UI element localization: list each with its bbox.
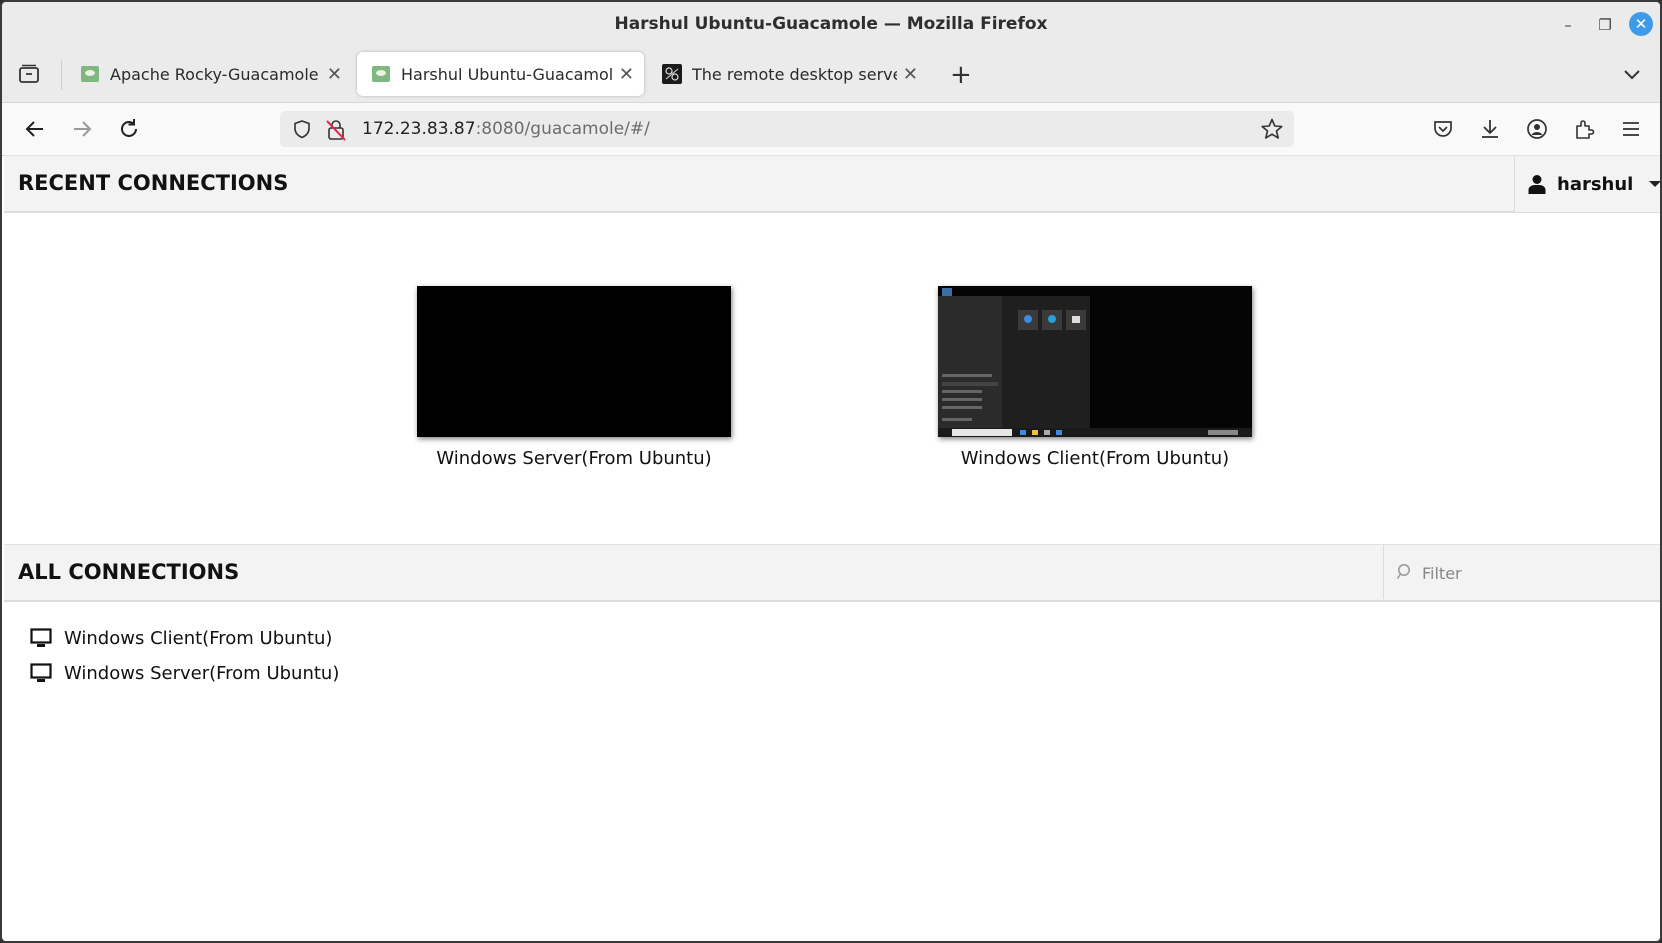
tab-label: Apache Rocky-Guacamole: [110, 64, 319, 84]
bookmark-star-icon[interactable]: [1260, 117, 1284, 141]
close-window-button[interactable]: ✕: [1629, 12, 1653, 36]
tab-harshul-ubuntu-guacamole[interactable]: Harshul Ubuntu-Guacamole ✕: [357, 52, 644, 96]
tab-apache-rocky-guacamole[interactable]: Apache Rocky-Guacamole ✕: [66, 52, 352, 96]
app-menu-button[interactable]: [1618, 116, 1644, 142]
tab-divider: [61, 60, 62, 90]
tab-list-icon[interactable]: [18, 64, 40, 84]
guacamole-favicon-icon: [372, 66, 390, 82]
tab-label: Harshul Ubuntu-Guacamole: [401, 64, 613, 84]
forward-button[interactable]: [69, 116, 95, 142]
monitor-icon: [30, 628, 52, 647]
recent-connection-thumbnail-windows-server[interactable]: [417, 286, 731, 437]
pocket-icon: [1434, 121, 1452, 137]
filter-box: [1383, 545, 1660, 599]
account-button[interactable]: [1524, 116, 1550, 142]
username: harshul: [1557, 173, 1634, 195]
download-icon: [1482, 120, 1498, 138]
puzzle-piece-icon: [1576, 120, 1595, 139]
reload-button[interactable]: [116, 116, 142, 142]
forward-arrow-icon: [74, 121, 92, 137]
new-tab-button[interactable]: +: [950, 62, 972, 88]
all-connections-title: ALL CONNECTIONS: [18, 560, 240, 584]
recent-connection-label[interactable]: Windows Server(From Ubuntu): [374, 448, 774, 469]
account-icon: [1527, 119, 1547, 139]
downloads-button[interactable]: [1477, 116, 1503, 142]
tracking-protection-shield-icon[interactable]: [292, 119, 312, 139]
navigation-bar: 172.23.83.87:8080/guacamole/#/: [2, 103, 1660, 156]
extensions-button[interactable]: [1571, 116, 1597, 142]
filter-input[interactable]: [1420, 559, 1644, 587]
hamburger-menu-icon: [1623, 122, 1639, 136]
connection-list-item[interactable]: Windows Server(From Ubuntu): [30, 658, 339, 688]
url-host: 172.23.83.87: [362, 119, 476, 139]
url-bar[interactable]: 172.23.83.87:8080/guacamole/#/: [280, 111, 1294, 147]
tab-label: The remote desktop server: [692, 64, 897, 84]
remote-desktop-favicon-icon: [662, 64, 682, 84]
pocket-button[interactable]: [1430, 116, 1456, 142]
user-icon: [1528, 175, 1546, 194]
list-all-tabs-chevron-icon[interactable]: [1622, 66, 1642, 82]
tab-strip: Apache Rocky-Guacamole ✕ Harshul Ubuntu-…: [2, 48, 1660, 103]
tab-close-icon[interactable]: ✕: [903, 64, 918, 85]
tab-close-icon[interactable]: ✕: [327, 64, 342, 85]
connection-name: Windows Client(From Ubuntu): [64, 627, 333, 649]
tab-remote-desktop-server[interactable]: The remote desktop server ✕: [648, 52, 928, 96]
back-arrow-icon: [25, 121, 43, 137]
all-connections-header: ALL CONNECTIONS: [4, 544, 1660, 602]
connection-list-item[interactable]: Windows Client(From Ubuntu): [30, 623, 332, 653]
browser-window: Harshul Ubuntu-Guacamole — Mozilla Firef…: [0, 0, 1662, 943]
reload-icon: [121, 119, 137, 137]
guacamole-favicon-icon: [81, 66, 99, 82]
search-icon: [1396, 564, 1410, 579]
maximize-button[interactable]: ❐: [1592, 12, 1618, 38]
user-menu[interactable]: harshul: [1514, 156, 1660, 212]
insecure-lock-icon[interactable]: [326, 119, 346, 141]
recent-connection-thumbnail-windows-client[interactable]: [938, 286, 1252, 437]
connection-name: Windows Server(From Ubuntu): [64, 662, 340, 684]
windows-desktop-preview-image: [938, 286, 1252, 437]
guacamole-home-page: RECENT CONNECTIONS harshul Windows Serve…: [4, 155, 1660, 941]
user-menu-caret-icon: [1649, 181, 1660, 187]
url-path: :8080/guacamole/#/: [475, 119, 650, 139]
minimize-button[interactable]: –: [1555, 12, 1581, 38]
recent-connections-header: RECENT CONNECTIONS harshul: [4, 155, 1660, 213]
recent-connections-title: RECENT CONNECTIONS: [18, 171, 289, 195]
url-text: 172.23.83.87:8080/guacamole/#/: [362, 119, 650, 139]
back-button[interactable]: [22, 116, 48, 142]
window-title: Harshul Ubuntu-Guacamole — Mozilla Firef…: [614, 14, 1048, 34]
recent-connection-label[interactable]: Windows Client(From Ubuntu): [895, 448, 1295, 469]
monitor-icon: [30, 663, 52, 682]
tab-close-icon[interactable]: ✕: [619, 64, 634, 85]
title-bar: Harshul Ubuntu-Guacamole — Mozilla Firef…: [2, 2, 1660, 48]
